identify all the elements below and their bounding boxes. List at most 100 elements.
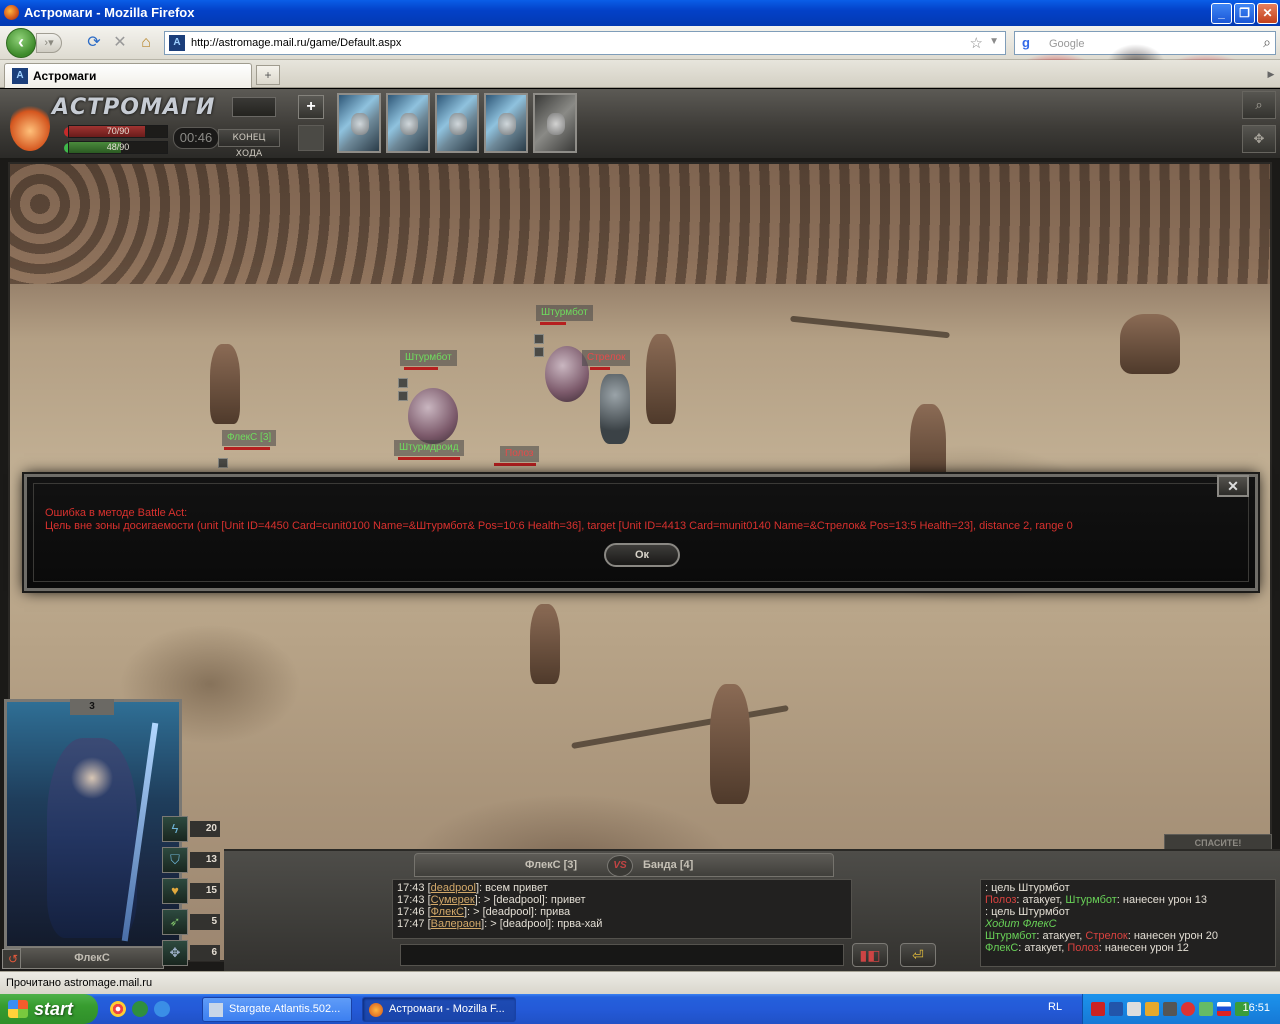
tab-scroll-icon[interactable]: ▶	[1264, 64, 1278, 84]
tab-strip: A Астромаги + ▶	[0, 60, 1280, 88]
chat-line: 17:46 [ФлекС]: > [deadpool]: прива	[397, 906, 571, 918]
stat-value: 15	[190, 883, 220, 899]
chat-line: 17:47 [Валерaон]: > [deadpool]: прва-хай	[397, 918, 603, 930]
chat-line: 17:43 [Сумерек]: > [deadpool]: привет	[397, 894, 586, 906]
bookmark-star-icon[interactable]: ☆	[970, 34, 983, 52]
spell-card-2[interactable]	[386, 93, 430, 153]
hero-portrait	[47, 738, 137, 938]
add-card-button[interactable]: +	[298, 95, 324, 119]
tray-icon-4[interactable]	[1145, 1002, 1159, 1016]
unit-hp-bar	[590, 367, 610, 370]
spell-card-3[interactable]	[435, 93, 479, 153]
language-indicator[interactable]: RL	[1048, 1001, 1062, 1013]
settings-icon[interactable]: ✥	[1242, 125, 1276, 153]
dialog-close-button[interactable]: ✕	[1217, 475, 1249, 497]
unit-hp-bar	[224, 447, 270, 450]
tray-icon-3[interactable]	[1127, 1002, 1141, 1016]
tray-icon-7[interactable]	[1199, 1002, 1213, 1016]
lightning-icon[interactable]: ϟ	[162, 816, 188, 842]
window-titlebar: Астромаги - Mozilla Firefox _ ❐ ✕	[0, 0, 1280, 26]
tray-icon-2[interactable]	[1109, 1002, 1123, 1016]
windows-logo-icon	[8, 1000, 28, 1018]
stat-value: 6	[190, 945, 220, 961]
search-magnifier-icon[interactable]: ⌕	[1263, 34, 1271, 51]
search-input[interactable]	[1049, 36, 1249, 52]
stat-value: 5	[190, 914, 220, 930]
clock: 16:51	[1242, 1002, 1270, 1014]
versus-bar: ФлекС [3] VS Банда [4]	[414, 853, 834, 877]
hero-stat-range: ✥ 6	[160, 940, 224, 968]
minimize-button[interactable]: _	[1211, 3, 1232, 24]
chat-input[interactable]	[400, 944, 844, 966]
zoom-icon[interactable]: ⌕	[1242, 91, 1276, 119]
hero-portrait-frame[interactable]	[4, 699, 182, 949]
chat-user-link[interactable]: deadpool	[431, 882, 476, 894]
unit-hp-bar	[404, 367, 438, 370]
hero-stat-attack: ϟ 20	[160, 816, 224, 844]
url-input[interactable]	[191, 35, 971, 51]
russian-flag-icon[interactable]	[1217, 1002, 1231, 1016]
new-tab-button[interactable]: +	[256, 65, 280, 85]
tray-icon-6[interactable]	[1181, 1002, 1195, 1016]
crosshair-icon[interactable]: ✥	[162, 940, 188, 966]
unit-shturmbot-2[interactable]	[408, 388, 458, 444]
unit-label-shturmbot-1[interactable]: Штурмбот	[536, 305, 593, 321]
unit-status-icon	[398, 378, 408, 388]
back-button[interactable]: ‹	[6, 28, 36, 58]
chat-user-link[interactable]: Валерaон	[431, 918, 481, 930]
chrome-icon[interactable]	[110, 1001, 126, 1017]
smiley-icon[interactable]: ▮◧	[852, 943, 888, 967]
chat-line: 17:43 [deadpool]: всем привет	[397, 882, 548, 894]
spell-card-5[interactable]	[533, 93, 577, 153]
start-label: start	[34, 999, 74, 1019]
combat-log[interactable]: : цель Штурмбот Полоз: атакует, Штурмбот…	[980, 879, 1276, 967]
maximize-button[interactable]: ❐	[1234, 3, 1255, 24]
boots-icon[interactable]: ➶	[162, 909, 188, 935]
unit-hp-bar	[540, 322, 566, 325]
status-bar: Прочитано astromage.mail.ru	[0, 971, 1280, 994]
ie-icon[interactable]	[154, 1001, 170, 1017]
unit-label-fleks[interactable]: ФлекС [3]	[222, 430, 277, 446]
chat-user-link[interactable]: ФлекС	[431, 906, 464, 918]
tray-icon-5[interactable]	[1163, 1002, 1177, 1016]
task-firefox[interactable]: Астромаги - Mozilla F...	[362, 997, 516, 1022]
empty-slot-button[interactable]	[298, 125, 324, 151]
google-icon[interactable]: g	[1018, 35, 1034, 51]
mana-text: 48/90	[106, 142, 130, 152]
shield-icon[interactable]: ⛉	[162, 847, 188, 873]
tab-astromagi[interactable]: A Астромаги	[4, 63, 252, 88]
unit-label-shturmdroid[interactable]: Штурмдроид	[394, 440, 464, 456]
chat-log[interactable]: 17:43 [deadpool]: всем привет 17:43 [Сум…	[392, 879, 852, 939]
unit-strelok[interactable]	[600, 374, 630, 444]
start-button[interactable]: start	[0, 994, 98, 1024]
end-turn-button[interactable]: КОНЕЦ ХОДА	[218, 129, 280, 159]
unit-status-icon	[534, 347, 544, 357]
heart-icon[interactable]: ♥	[162, 878, 188, 904]
close-window-button[interactable]: ✕	[1257, 3, 1278, 24]
search-box[interactable]: g ⌕	[1014, 31, 1276, 55]
reload-icon[interactable]: ⟳	[84, 33, 104, 53]
unit-label-strelok[interactable]: Стрелок	[582, 350, 631, 366]
url-dropdown-icon[interactable]: ▼	[989, 36, 999, 47]
spell-card-1[interactable]	[337, 93, 381, 153]
unit-label-poloz[interactable]: Полоз	[500, 446, 539, 462]
home-icon[interactable]: ⌂	[136, 33, 156, 53]
player2-name: Банда [4]	[643, 859, 694, 871]
stop-icon[interactable]: ✕	[110, 33, 130, 53]
hero-panel: 3 ↺ ФлекС	[0, 699, 184, 971]
hero-stat-move: ➶ 5	[160, 909, 224, 937]
chat-user-link[interactable]: Сумерек	[431, 894, 475, 906]
unit-label-shturmbot-2[interactable]: Штурмбот	[400, 350, 457, 366]
send-icon[interactable]: ⏎	[900, 943, 936, 967]
ok-button[interactable]: Ок	[604, 543, 680, 567]
turn-timer: 00:46	[173, 127, 219, 149]
forward-button[interactable]: ›▾	[36, 33, 62, 53]
unit-hp-bar	[494, 463, 536, 466]
messenger-icon[interactable]	[132, 1001, 148, 1017]
address-bar[interactable]: A ☆ ▼	[164, 31, 1006, 55]
combat-line: Штурмбот: атакует, Стрелок: нанесен урон…	[985, 930, 1218, 942]
unit-status-icon	[218, 458, 228, 468]
task-stargate[interactable]: Stargate.Atlantis.502...	[202, 997, 352, 1022]
spell-card-4[interactable]	[484, 93, 528, 153]
tray-icon-1[interactable]	[1091, 1002, 1105, 1016]
